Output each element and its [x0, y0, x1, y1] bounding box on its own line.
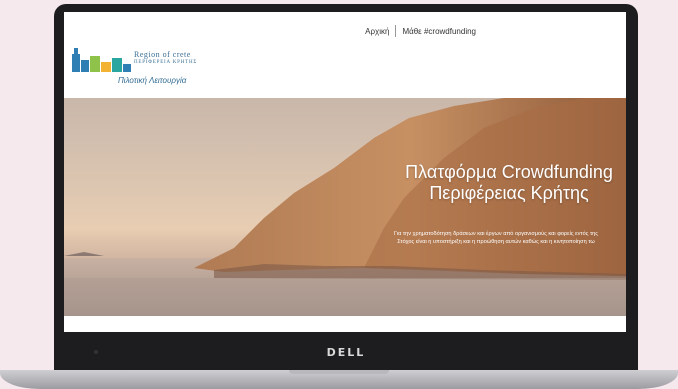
- hero-subtitle-line-1: Για την χρηματοδότηση δράσεων και έργων …: [394, 231, 598, 237]
- logo-title: Region of crete: [134, 50, 191, 59]
- hero-title: Πλατφόρμα Crowdfunding Περιφέρειας Κρήτη…: [394, 162, 624, 204]
- content-strip: [64, 316, 626, 332]
- hero-title-line-1: Πλατφόρμα Crowdfunding: [405, 162, 613, 182]
- browser-viewport: Αρχική Μάθε #crowdfunding Region of cret…: [64, 12, 626, 332]
- top-navigation: Αρχική Μάθε #crowdfunding: [365, 25, 476, 37]
- laptop-notch: [289, 370, 389, 374]
- nav-home-link[interactable]: Αρχική: [365, 27, 389, 36]
- hero-background-image: [64, 98, 626, 316]
- laptop-frame: Αρχική Μάθε #crowdfunding Region of cret…: [54, 4, 638, 372]
- nav-divider: [395, 25, 397, 37]
- hero-title-line-2: Περιφέρειας Κρήτης: [429, 183, 589, 203]
- laptop-bezel: DELL: [54, 332, 638, 372]
- laptop-base: [0, 370, 678, 389]
- hero-banner: Πλατφόρμα Crowdfunding Περιφέρειας Κρήτη…: [64, 98, 626, 316]
- logo-mark-icon: [72, 46, 132, 72]
- hero-subtitle: Για την χρηματοδότηση δράσεων και έργων …: [366, 230, 626, 246]
- pilot-tagline: Πιλοτική Λειτουργία: [118, 76, 187, 85]
- nav-learn-crowdfunding-link[interactable]: Μάθε #crowdfunding: [402, 27, 476, 36]
- hero-subtitle-line-2: Στόχος είναι η υποστήριξη και η προώθηση…: [397, 239, 595, 245]
- brand-logo: DELL: [326, 346, 366, 359]
- logo-subtitle: ΠΕΡΙΦΕΡΕΙΑ ΚΡΗΤΗΣ: [134, 60, 198, 65]
